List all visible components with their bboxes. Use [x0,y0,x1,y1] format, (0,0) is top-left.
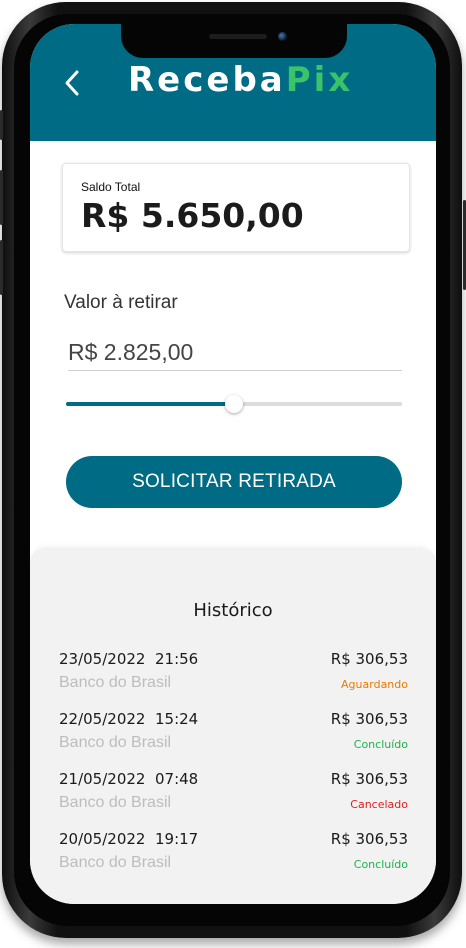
app-logo: RecebaPix [128,60,353,100]
history-title: Histórico [193,600,273,621]
notch [121,24,347,58]
withdraw-amount-input[interactable] [68,334,402,371]
balance-label: Saldo Total [81,180,141,194]
chevron-left-icon[interactable] [62,68,82,98]
history-item-status: Concluído [353,738,408,751]
slider-fill [66,402,234,406]
history-item-bank: Banco do Brasil [59,854,172,871]
withdraw-slider[interactable] [66,394,402,414]
history-item-bank: Banco do Brasil [59,734,172,751]
history-item-datetime: 23/05/2022 21:56 [59,650,199,668]
history-item-amount: R$ 306,53 [330,770,408,788]
history-item[interactable]: 20/05/2022 19:17 Banco do Brasil R$ 306,… [59,830,408,890]
history-item-status: Aguardando [341,678,408,691]
balance-value: R$ 5.650,00 [81,196,304,235]
history-item[interactable]: 22/05/2022 15:24 Banco do Brasil R$ 306,… [59,710,408,770]
side-button-left [0,170,3,225]
history-item-amount: R$ 306,53 [330,710,408,728]
history-item[interactable]: 23/05/2022 21:56 Banco do Brasil R$ 306,… [59,650,408,710]
slider-thumb[interactable] [225,395,243,413]
request-withdrawal-button[interactable]: SOLICITAR RETIRADA [66,456,402,508]
history-item-bank: Banco do Brasil [59,794,172,811]
logo-text-accent: Pix [285,60,354,100]
history-list: 23/05/2022 21:56 Banco do Brasil R$ 306,… [59,650,408,890]
history-item-datetime: 22/05/2022 15:24 [59,710,199,728]
history-item-status: Cancelado [350,798,408,811]
side-button-left [0,110,3,140]
history-item[interactable]: 21/05/2022 07:48 Banco do Brasil R$ 306,… [59,770,408,830]
history-item-amount: R$ 306,53 [330,830,408,848]
history-item-datetime: 20/05/2022 19:17 [59,830,199,848]
history-panel: Histórico 23/05/2022 21:56 Banco do Bras… [30,548,436,904]
history-item-status: Concluído [353,858,408,871]
history-item-amount: R$ 306,53 [330,650,408,668]
side-button-left [0,240,3,295]
withdraw-label: Valor à retirar [64,292,178,313]
balance-card: Saldo Total R$ 5.650,00 [62,163,410,252]
history-item-bank: Banco do Brasil [59,674,172,691]
logo-text-main: Receba [128,60,286,100]
history-item-datetime: 21/05/2022 07:48 [59,770,199,788]
speaker [209,34,267,39]
camera-icon [278,32,287,41]
app-screen: RecebaPix Saldo Total R$ 5.650,00 Valor … [30,24,436,904]
